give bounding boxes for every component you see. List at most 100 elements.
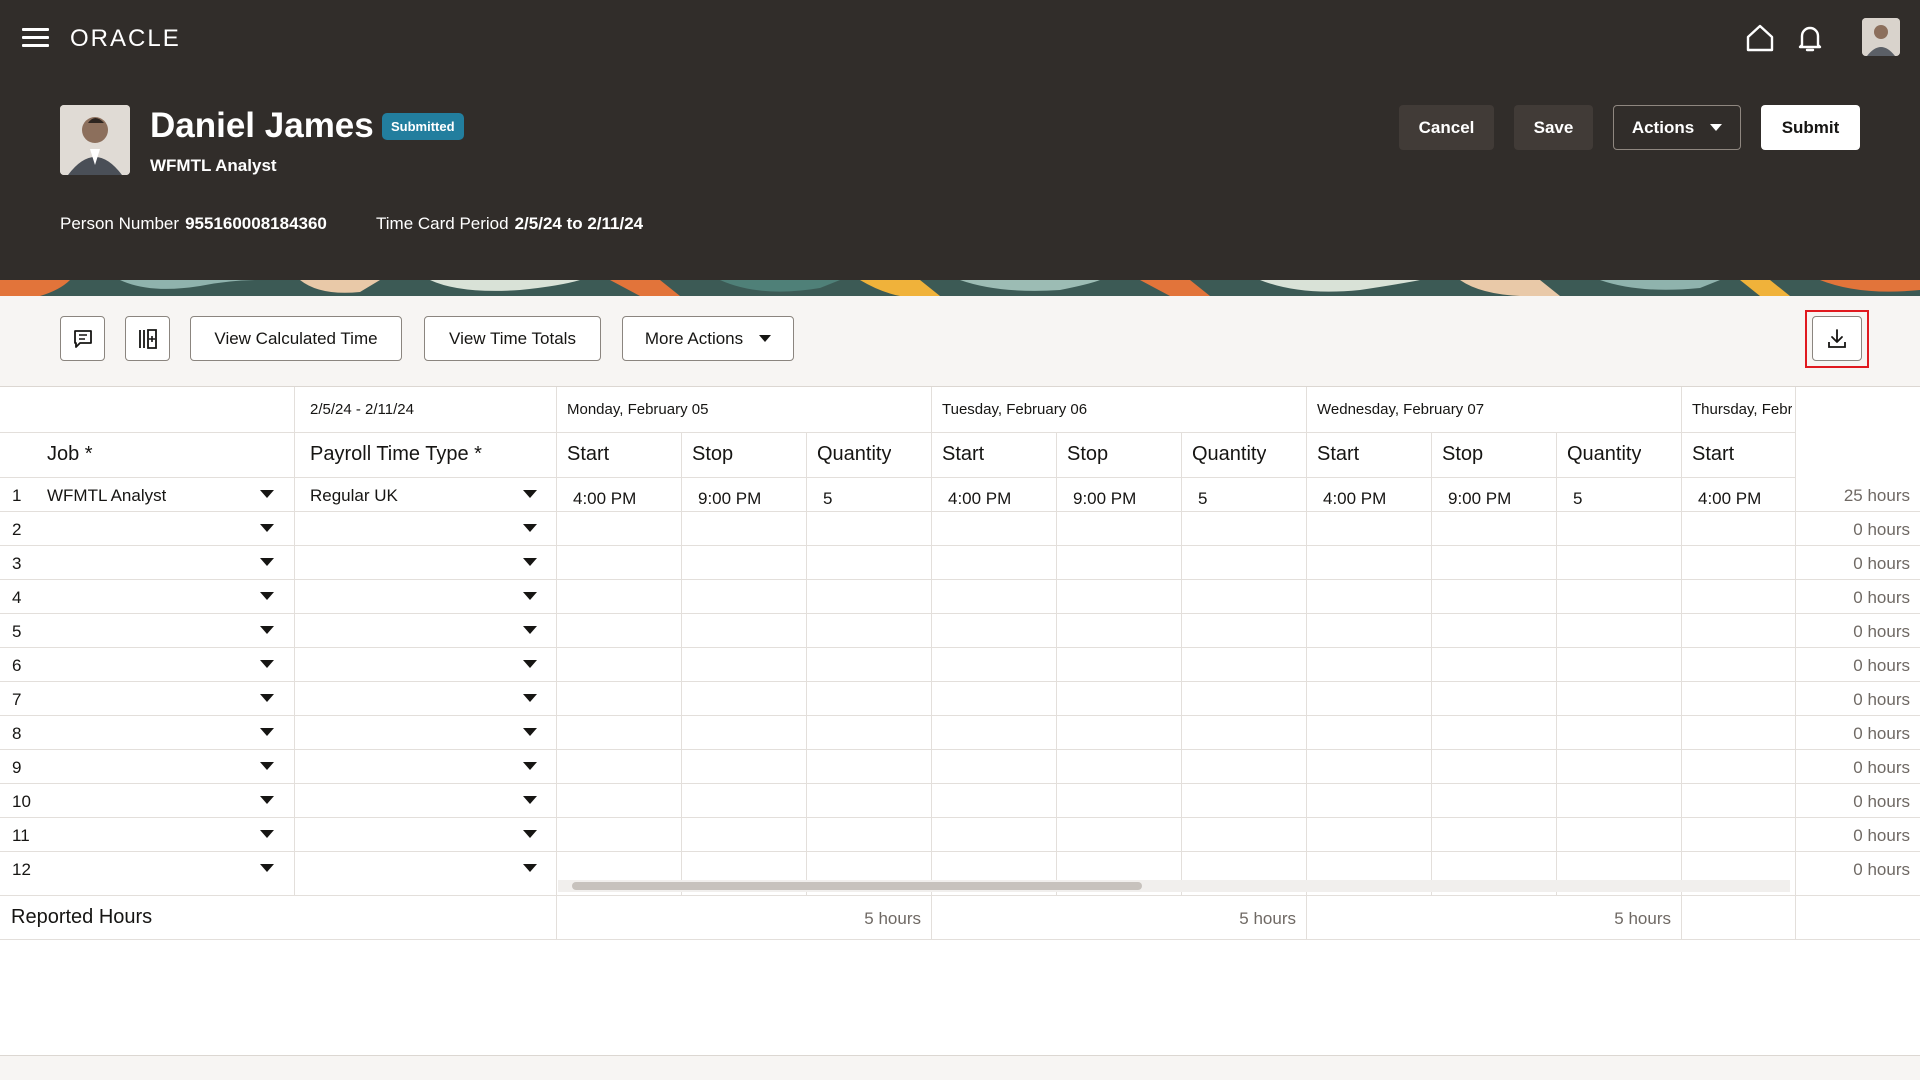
column-header-quantity[interactable]: Quantity bbox=[1192, 443, 1266, 466]
row-total-hours: 0 hours bbox=[1853, 588, 1910, 607]
job-dropdown-icon[interactable] bbox=[260, 626, 274, 634]
job-dropdown-icon[interactable] bbox=[260, 660, 274, 668]
actions-menu-button[interactable]: Actions bbox=[1613, 105, 1741, 150]
job-dropdown-icon[interactable] bbox=[260, 524, 274, 532]
row-number: 12 bbox=[12, 860, 31, 879]
column-header-quantity[interactable]: Quantity bbox=[817, 443, 891, 466]
quantity-cell[interactable]: 5 bbox=[1198, 489, 1207, 509]
column-header-stop[interactable]: Stop bbox=[692, 443, 733, 466]
column-header-start[interactable]: Start bbox=[1692, 443, 1734, 466]
row-number: 4 bbox=[12, 588, 22, 607]
more-actions-label: More Actions bbox=[644, 328, 744, 348]
scrollbar-thumb[interactable] bbox=[572, 882, 1142, 890]
column-header-start[interactable]: Start bbox=[567, 443, 609, 466]
payroll-time-type-select[interactable]: Regular UK bbox=[310, 486, 398, 506]
row-total-hours: 0 hours bbox=[1853, 520, 1910, 539]
column-header-payroll-time-type[interactable]: Payroll Time Type * bbox=[310, 443, 482, 466]
row-number: 6 bbox=[12, 656, 22, 675]
more-actions-button[interactable]: More Actions bbox=[622, 316, 794, 361]
stop-time-cell[interactable]: 9:00 PM bbox=[698, 489, 761, 509]
payroll-dropdown-icon[interactable] bbox=[523, 558, 537, 566]
actions-label: Actions bbox=[1631, 117, 1695, 137]
job-title: WFMTL Analyst bbox=[150, 156, 277, 175]
download-icon bbox=[1828, 328, 1846, 348]
payroll-dropdown-icon[interactable] bbox=[523, 592, 537, 600]
home-icon[interactable] bbox=[1744, 22, 1776, 54]
payroll-dropdown-icon[interactable] bbox=[523, 796, 537, 804]
reported-hours-tuesday: 5 hours bbox=[1239, 909, 1296, 928]
stop-time-cell[interactable]: 9:00 PM bbox=[1073, 489, 1136, 509]
reported-hours-wednesday: 5 hours bbox=[1614, 909, 1671, 928]
page-footer bbox=[0, 1056, 1920, 1080]
payroll-dropdown-icon[interactable] bbox=[523, 694, 537, 702]
column-header-stop[interactable]: Stop bbox=[1067, 443, 1108, 466]
cancel-button[interactable]: Cancel bbox=[1399, 105, 1494, 150]
column-header-start[interactable]: Start bbox=[1317, 443, 1359, 466]
payroll-dropdown-icon[interactable] bbox=[523, 524, 537, 532]
chevron-down-icon bbox=[759, 335, 772, 342]
save-button[interactable]: Save bbox=[1514, 105, 1593, 150]
job-select[interactable]: WFMTL Analyst bbox=[47, 486, 166, 506]
start-time-cell[interactable]: 4:00 PM bbox=[573, 489, 636, 509]
row-total-hours: 0 hours bbox=[1853, 724, 1910, 743]
start-time-cell[interactable]: 4:00 PM bbox=[1698, 489, 1761, 509]
quantity-cell[interactable]: 5 bbox=[823, 489, 832, 509]
job-dropdown-icon[interactable] bbox=[260, 864, 274, 872]
comments-button[interactable] bbox=[60, 316, 105, 361]
time-entry-grid: 2/5/24 - 2/11/24 Monday, February 05 Tue… bbox=[0, 386, 1920, 1056]
job-dropdown-icon[interactable] bbox=[260, 830, 274, 838]
row-number: 8 bbox=[12, 724, 22, 743]
start-time-cell[interactable]: 4:00 PM bbox=[948, 489, 1011, 509]
column-header-job[interactable]: Job * bbox=[47, 443, 93, 466]
job-dropdown-icon[interactable] bbox=[260, 490, 274, 498]
column-header-start[interactable]: Start bbox=[942, 443, 984, 466]
download-button[interactable] bbox=[1812, 316, 1862, 361]
view-time-totals-button[interactable]: View Time Totals bbox=[424, 316, 601, 361]
payroll-dropdown-icon[interactable] bbox=[523, 728, 537, 736]
payroll-dropdown-icon[interactable] bbox=[523, 830, 537, 838]
payroll-dropdown-icon[interactable] bbox=[523, 762, 537, 770]
row-number: 9 bbox=[12, 758, 22, 777]
submit-button[interactable]: Submit bbox=[1761, 105, 1860, 150]
row-total-hours: 0 hours bbox=[1853, 758, 1910, 777]
view-calculated-time-button[interactable]: View Calculated Time bbox=[190, 316, 402, 361]
start-time-cell[interactable]: 4:00 PM bbox=[1323, 489, 1386, 509]
menu-icon[interactable] bbox=[22, 28, 49, 48]
row-total-hours: 0 hours bbox=[1853, 554, 1910, 573]
reported-hours-label: Reported Hours bbox=[11, 906, 153, 928]
row-total-hours: 25 hours bbox=[1843, 486, 1910, 505]
period-label: Time Card Period bbox=[376, 214, 509, 233]
notifications-icon[interactable] bbox=[1794, 22, 1826, 54]
horizontal-scrollbar[interactable] bbox=[558, 880, 1790, 892]
row-number: 5 bbox=[12, 622, 22, 641]
row-total-hours: 0 hours bbox=[1853, 792, 1910, 811]
column-header-stop[interactable]: Stop bbox=[1442, 443, 1483, 466]
stop-time-cell[interactable]: 9:00 PM bbox=[1448, 489, 1511, 509]
job-dropdown-icon[interactable] bbox=[260, 796, 274, 804]
job-dropdown-icon[interactable] bbox=[260, 728, 274, 736]
person-number: Person Number 955160008184360 bbox=[60, 214, 327, 234]
day-header-tuesday: Tuesday, February 06 bbox=[942, 401, 1088, 418]
row-total-hours: 0 hours bbox=[1853, 622, 1910, 641]
row-total-hours: 0 hours bbox=[1853, 656, 1910, 675]
payroll-dropdown-icon[interactable] bbox=[523, 864, 537, 872]
job-dropdown-icon[interactable] bbox=[260, 694, 274, 702]
person-number-value: 955160008184360 bbox=[185, 214, 327, 233]
column-header-quantity[interactable]: Quantity bbox=[1567, 443, 1641, 466]
row-number: 11 bbox=[12, 826, 30, 845]
day-header-monday: Monday, February 05 bbox=[567, 401, 709, 418]
user-avatar[interactable] bbox=[1862, 18, 1900, 56]
day-header-thursday: Thursday, Febr bbox=[1692, 401, 1792, 418]
payroll-dropdown-icon[interactable] bbox=[523, 490, 537, 498]
time-card-period: Time Card Period 2/5/24 to 2/11/24 bbox=[376, 214, 643, 234]
job-dropdown-icon[interactable] bbox=[260, 592, 274, 600]
job-dropdown-icon[interactable] bbox=[260, 762, 274, 770]
payroll-dropdown-icon[interactable] bbox=[523, 660, 537, 668]
oracle-logo[interactable]: ORACLE bbox=[70, 25, 181, 53]
manage-columns-button[interactable] bbox=[125, 316, 170, 361]
job-dropdown-icon[interactable] bbox=[260, 558, 274, 566]
payroll-dropdown-icon[interactable] bbox=[523, 626, 537, 634]
quantity-cell[interactable]: 5 bbox=[1573, 489, 1582, 509]
row-number: 10 bbox=[12, 792, 31, 811]
chevron-down-icon bbox=[1710, 124, 1723, 131]
